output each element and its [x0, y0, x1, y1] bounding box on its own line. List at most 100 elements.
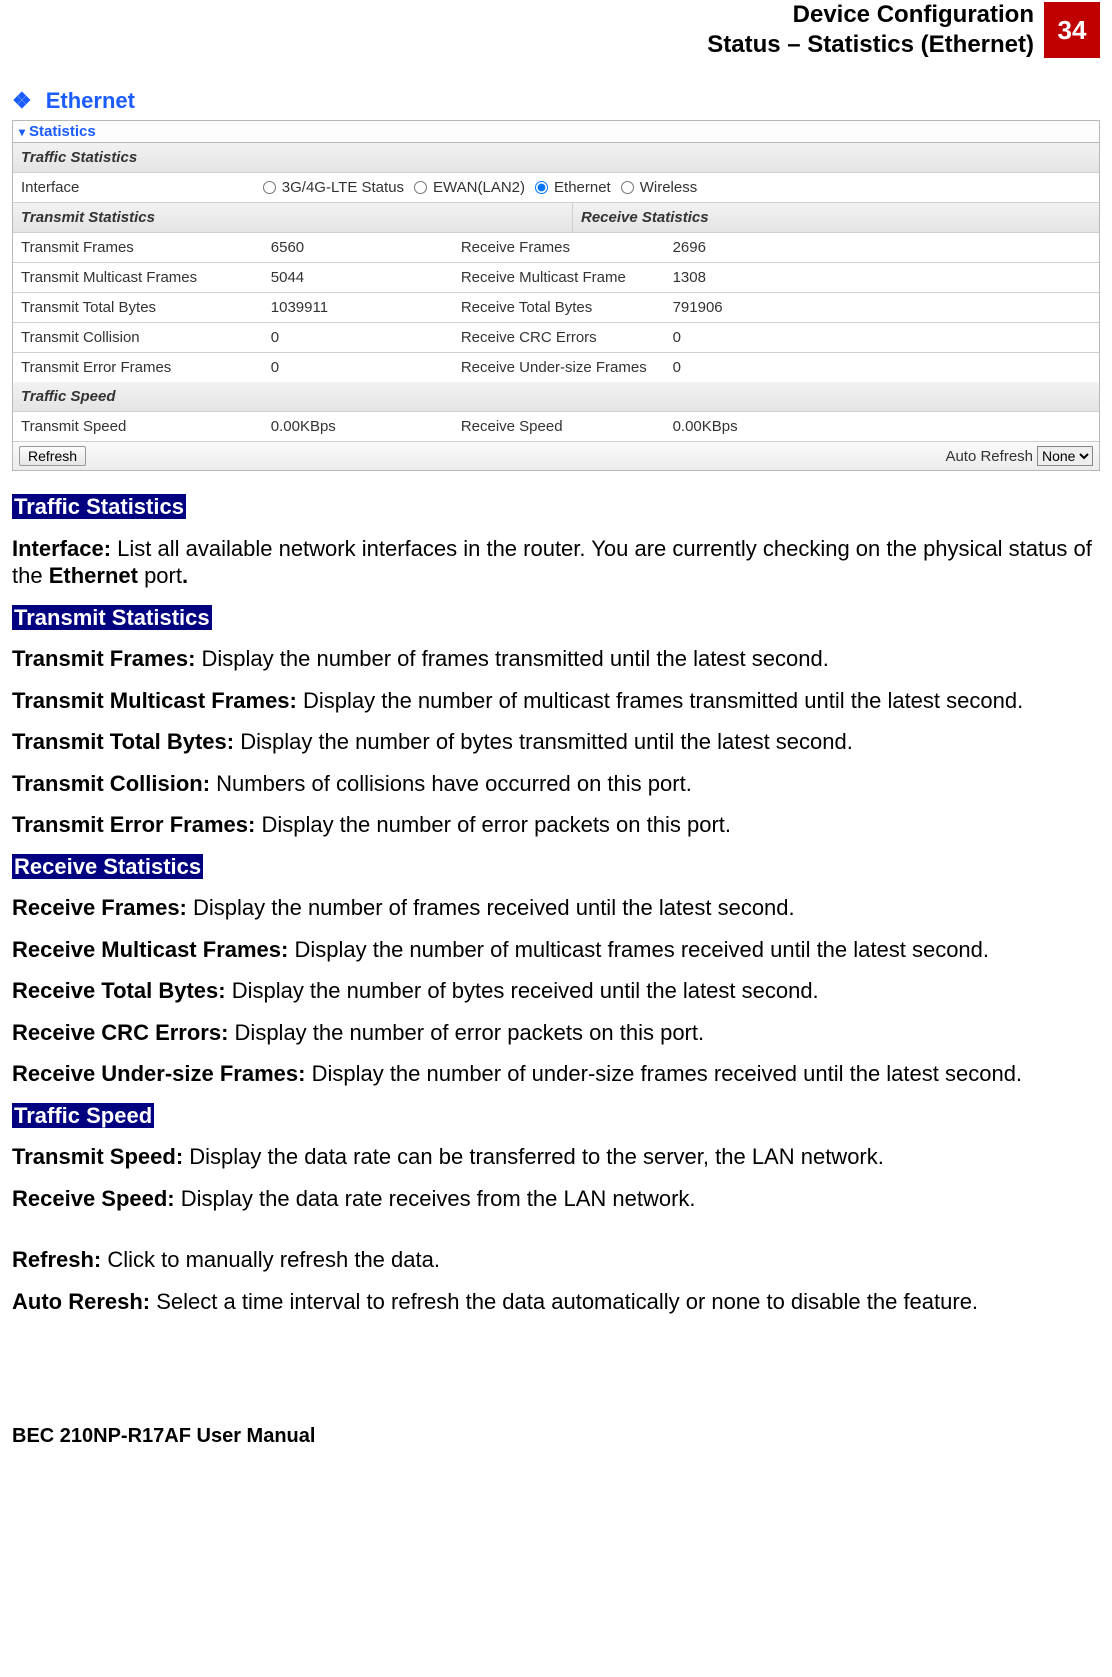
rx-label: Receive Total Bytes [453, 293, 665, 322]
header-line1: Device Configuration [707, 0, 1034, 30]
tx-speed-label: Transmit Speed [13, 412, 263, 441]
rx-value: 2696 [665, 233, 1099, 262]
doc-tx-mcast-label: Transmit Multicast Frames: [12, 688, 303, 713]
page-header: Device Configuration Status – Statistics… [12, 0, 1100, 60]
transmit-stats-header: Transmit Statistics [13, 203, 572, 232]
tx-value: 0 [263, 323, 453, 352]
doc-rx-under-text: Display the number of under-size frames … [312, 1061, 1022, 1086]
rx-label: Receive Multicast Frame [453, 263, 665, 292]
rx-label: Receive Frames [453, 233, 665, 262]
doc-rx-bytes-label: Receive Total Bytes: [12, 978, 232, 1003]
radio-ewan-label: EWAN(LAN2) [433, 179, 525, 196]
doc-tx-frames-text: Display the number of frames transmitted… [202, 646, 829, 671]
rx-label: Receive CRC Errors [453, 323, 665, 352]
auto-refresh-select[interactable]: None [1037, 446, 1093, 466]
doc-rx-mcast-label: Receive Multicast Frames: [12, 937, 294, 962]
doc-tx-bytes-text: Display the number of bytes transmitted … [240, 729, 853, 754]
radio-ethernet[interactable]: Ethernet [535, 179, 611, 196]
header-line2: Status – Statistics (Ethernet) [707, 30, 1034, 60]
stat-row: Transmit Total Bytes1039911Receive Total… [13, 293, 1099, 323]
radio-ethernet-input[interactable] [535, 181, 548, 194]
rx-value: 791906 [665, 293, 1099, 322]
doc-sp-rx-label: Receive Speed: [12, 1186, 181, 1211]
doc-rx-frames-text: Display the number of frames received un… [193, 895, 795, 920]
doc-auto-label: Auto Reresh: [12, 1289, 156, 1314]
refresh-button[interactable]: Refresh [19, 446, 86, 466]
tx-label: Transmit Multicast Frames [13, 263, 263, 292]
traffic-speed-header: Traffic Speed [13, 382, 1099, 411]
chevron-down-icon: ▾ [19, 125, 25, 139]
traffic-stats-header: Traffic Statistics [13, 143, 1099, 172]
rx-label: Receive Under-size Frames [453, 353, 665, 382]
tx-value: 1039911 [263, 293, 453, 322]
stat-row: Transmit Error Frames0Receive Under-size… [13, 353, 1099, 382]
receive-stats-header: Receive Statistics [572, 203, 1099, 232]
interface-label: Interface [13, 173, 263, 202]
interface-options: 3G/4G-LTE Status EWAN(LAN2) Ethernet Wir… [263, 173, 1099, 202]
rx-speed-label: Receive Speed [453, 412, 665, 441]
panel-title-text: Statistics [29, 123, 96, 140]
page-header-text: Device Configuration Status – Statistics… [707, 0, 1044, 60]
auto-refresh-label: Auto Refresh [945, 448, 1033, 465]
doc-interface-text-bold: Ethernet [49, 563, 138, 588]
radio-3g4glte-label: 3G/4G-LTE Status [282, 179, 404, 196]
tx-value: 5044 [263, 263, 453, 292]
doc-interface: Interface: List all available network in… [12, 535, 1100, 590]
doc-tx-coll-text: Numbers of collisions have occurred on t… [216, 771, 692, 796]
doc-interface-text-b: port [138, 563, 182, 588]
section-bullet-heading: ❖Ethernet [12, 88, 1100, 114]
tx-label: Transmit Total Bytes [13, 293, 263, 322]
footer: BEC 210NP-R17AF User Manual [12, 1425, 1100, 1448]
doc-tx-bytes-label: Transmit Total Bytes: [12, 729, 240, 754]
doc-interface-label: Interface: [12, 536, 117, 561]
rx-value: 0 [665, 353, 1099, 382]
documentation-body: Traffic Statistics Interface: List all a… [12, 493, 1100, 1315]
doc-h-rx: Receive Statistics [12, 854, 203, 879]
tx-label: Transmit Error Frames [13, 353, 263, 382]
tx-label: Transmit Frames [13, 233, 263, 262]
doc-rx-under-label: Receive Under-size Frames: [12, 1061, 312, 1086]
doc-tx-frames-label: Transmit Frames: [12, 646, 202, 671]
stat-row: Transmit Frames6560Receive Frames2696 [13, 233, 1099, 263]
statistics-panel: ▾ Statistics Traffic Statistics Interfac… [12, 120, 1100, 471]
doc-sp-rx-text: Display the data rate receives from the … [181, 1186, 696, 1211]
doc-rx-crc-label: Receive CRC Errors: [12, 1020, 235, 1045]
radio-3g4glte[interactable]: 3G/4G-LTE Status [263, 179, 404, 196]
doc-tx-coll-label: Transmit Collision: [12, 771, 216, 796]
panel-title[interactable]: ▾ Statistics [13, 121, 1099, 143]
interface-row: Interface 3G/4G-LTE Status EWAN(LAN2) Et… [13, 173, 1099, 203]
radio-wireless-input[interactable] [621, 181, 634, 194]
radio-wireless[interactable]: Wireless [621, 179, 698, 196]
doc-sp-tx-text: Display the data rate can be transferred… [189, 1144, 884, 1169]
radio-3g4glte-input[interactable] [263, 181, 276, 194]
tx-value: 6560 [263, 233, 453, 262]
refresh-row: Refresh Auto Refresh None [13, 442, 1099, 470]
bullet-heading-text: Ethernet [46, 88, 135, 113]
doc-h-traffic: Traffic Statistics [12, 494, 186, 519]
tx-label: Transmit Collision [13, 323, 263, 352]
radio-ewan-input[interactable] [414, 181, 427, 194]
rx-value: 1308 [665, 263, 1099, 292]
doc-rx-bytes-text: Display the number of bytes received unt… [232, 978, 819, 1003]
doc-rx-mcast-text: Display the number of multicast frames r… [294, 937, 989, 962]
stat-row: Transmit Multicast Frames5044Receive Mul… [13, 263, 1099, 293]
doc-rx-frames-label: Receive Frames: [12, 895, 193, 920]
doc-tx-err-label: Transmit Error Frames: [12, 812, 261, 837]
doc-refresh-label: Refresh: [12, 1247, 107, 1272]
doc-rx-crc-text: Display the number of error packets on t… [235, 1020, 705, 1045]
page-number: 34 [1044, 2, 1100, 58]
speed-row: Transmit Speed 0.00KBps Receive Speed 0.… [13, 412, 1099, 442]
stat-row: Transmit Collision0Receive CRC Errors0 [13, 323, 1099, 353]
doc-interface-text-dot: . [182, 563, 188, 588]
tx-speed-value: 0.00KBps [263, 412, 453, 441]
radio-ethernet-label: Ethernet [554, 179, 611, 196]
doc-auto-text: Select a time interval to refresh the da… [156, 1289, 978, 1314]
rx-speed-value: 0.00KBps [665, 412, 1099, 441]
radio-ewan[interactable]: EWAN(LAN2) [414, 179, 525, 196]
radio-wireless-label: Wireless [640, 179, 698, 196]
rx-value: 0 [665, 323, 1099, 352]
doc-tx-err-text: Display the number of error packets on t… [261, 812, 731, 837]
doc-h-tx: Transmit Statistics [12, 605, 212, 630]
tx-value: 0 [263, 353, 453, 382]
doc-h-speed: Traffic Speed [12, 1103, 154, 1128]
